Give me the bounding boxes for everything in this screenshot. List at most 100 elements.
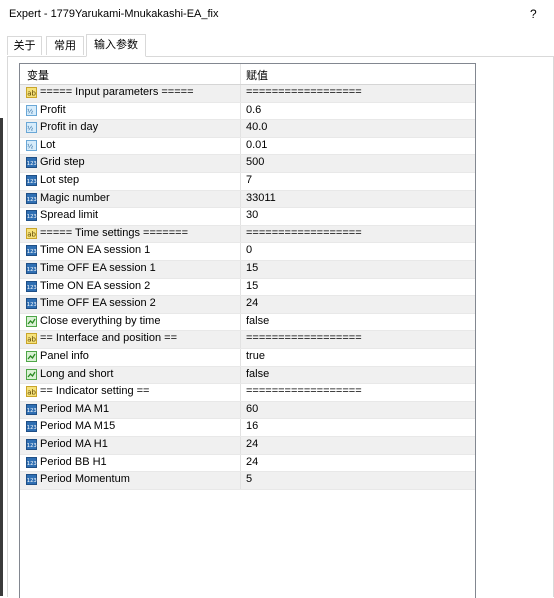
- param-row[interactable]: Close everything by time false: [20, 313, 475, 332]
- 123-integer-icon: 123: [26, 192, 37, 204]
- param-value[interactable]: 15: [246, 280, 258, 292]
- cell-divider: [240, 349, 241, 366]
- parameters-grid[interactable]: 变量 赋值 ab ===== Input parameters ===== ====…: [19, 63, 476, 598]
- param-row[interactable]: ab ===== Input parameters ===== ==========…: [20, 85, 475, 103]
- param-value[interactable]: ==================: [246, 86, 362, 98]
- 123-integer-icon: 123: [26, 474, 37, 486]
- 123-integer-icon: 123: [26, 210, 37, 222]
- param-value[interactable]: 5: [246, 473, 252, 485]
- param-row[interactable]: ab == Interface and position == ==========…: [20, 331, 475, 349]
- svg-text:123: 123: [27, 408, 37, 414]
- bool-icon: [26, 351, 37, 362]
- svg-text:123: 123: [27, 267, 37, 273]
- param-row[interactable]: ½ Lot 0.01: [20, 137, 475, 156]
- 123-integer-icon: 123: [26, 175, 37, 186]
- svg-text:123: 123: [27, 478, 37, 484]
- param-value[interactable]: 0: [246, 244, 252, 256]
- svg-text:123: 123: [27, 302, 37, 308]
- param-row[interactable]: 123 Magic number 33011: [20, 190, 475, 209]
- param-value[interactable]: false: [246, 315, 269, 327]
- svg-text:123: 123: [27, 460, 37, 466]
- ab-string-icon: ab: [26, 386, 37, 398]
- param-row[interactable]: 123 Period MA H1 24: [20, 437, 475, 455]
- cell-divider: [240, 120, 241, 137]
- param-row[interactable]: 123 Time OFF EA session 1 15: [20, 261, 475, 279]
- param-row[interactable]: ½ Profit in day 40.0: [20, 120, 475, 138]
- param-row[interactable]: 123 Grid step 500: [20, 155, 475, 173]
- 123-integer-icon: 123: [26, 157, 37, 169]
- v2-double-icon: ½: [26, 122, 37, 134]
- cell-divider: [240, 225, 241, 243]
- param-name: ===== Input parameters =====: [40, 86, 194, 98]
- param-row[interactable]: 123 Period Momentum 5: [20, 472, 475, 490]
- param-value[interactable]: 60: [246, 403, 258, 415]
- param-value[interactable]: 30: [246, 209, 258, 221]
- param-row[interactable]: 123 Period BB H1 24: [20, 454, 475, 473]
- svg-text:123: 123: [27, 284, 37, 290]
- param-row[interactable]: 123 Spread limit 30: [20, 208, 475, 226]
- ab-string-icon: ab: [26, 333, 37, 345]
- param-row[interactable]: 123 Time ON EA session 2 15: [20, 278, 475, 297]
- ab-string-icon: ab: [26, 87, 37, 98]
- bool-icon: [26, 315, 37, 327]
- tab-about[interactable]: 关于: [7, 36, 42, 55]
- svg-text:123: 123: [27, 249, 37, 255]
- param-name: Profit in day: [40, 121, 99, 134]
- param-value[interactable]: 0.01: [246, 139, 267, 151]
- cell-divider: [240, 384, 241, 401]
- param-row[interactable]: Panel info true: [20, 349, 475, 367]
- param-value[interactable]: true: [246, 350, 265, 362]
- param-row[interactable]: ½ Profit 0.6: [20, 102, 475, 121]
- grid-header: 变量 赋值: [20, 64, 475, 85]
- cell-divider: [240, 155, 241, 172]
- param-name: Lot step: [40, 174, 80, 186]
- param-row[interactable]: ab == Indicator setting == ===============…: [20, 384, 475, 402]
- param-value[interactable]: 24: [246, 456, 258, 468]
- param-name: Profit: [40, 103, 66, 116]
- param-name: Panel info: [40, 350, 89, 362]
- param-name: Time OFF EA session 1: [40, 262, 156, 274]
- param-row[interactable]: 123 Time OFF EA session 2 24: [20, 296, 475, 314]
- param-row[interactable]: 123 Period MA M1 60: [20, 401, 475, 420]
- param-value[interactable]: 16: [246, 420, 258, 432]
- param-value[interactable]: ==================: [246, 227, 362, 239]
- param-name: Spread limit: [40, 209, 99, 222]
- svg-text:123: 123: [27, 425, 37, 431]
- column-header-variable[interactable]: 变量: [27, 67, 49, 83]
- help-button[interactable]: ?: [530, 7, 537, 21]
- column-divider[interactable]: [240, 64, 241, 84]
- param-row[interactable]: Long and short false: [20, 366, 475, 385]
- svg-text:½: ½: [27, 107, 33, 115]
- svg-text:ab: ab: [27, 90, 36, 98]
- param-value[interactable]: ==================: [246, 332, 362, 344]
- cell-divider: [240, 437, 241, 454]
- param-value[interactable]: 40.0: [246, 121, 267, 133]
- param-name: Grid step: [40, 156, 85, 169]
- tab-inputs[interactable]: 输入参数: [86, 34, 146, 57]
- param-row[interactable]: 123 Time ON EA session 1 0: [20, 243, 475, 261]
- param-value[interactable]: 24: [246, 297, 258, 309]
- param-value[interactable]: 0.6: [246, 104, 261, 116]
- tab-common[interactable]: 常用: [46, 36, 84, 55]
- cell-divider: [240, 296, 241, 313]
- param-value[interactable]: 7: [246, 174, 252, 186]
- param-value[interactable]: ==================: [246, 385, 362, 397]
- svg-text:ab: ab: [27, 230, 36, 238]
- ab-string-icon: ab: [26, 227, 37, 239]
- param-row[interactable]: 123 Lot step 7: [20, 173, 475, 191]
- param-name: Period MA M1: [40, 402, 110, 415]
- param-row[interactable]: ab ===== Time settings ======= ===========…: [20, 225, 475, 244]
- cell-divider: [240, 331, 241, 348]
- param-value[interactable]: 15: [246, 262, 258, 274]
- column-header-value[interactable]: 赋值: [246, 67, 268, 83]
- param-name: Lot: [40, 138, 56, 151]
- param-value[interactable]: 24: [246, 438, 258, 450]
- param-value[interactable]: 500: [246, 156, 264, 168]
- cell-divider: [240, 472, 241, 489]
- param-value[interactable]: 33011: [246, 192, 276, 204]
- svg-text:123: 123: [27, 161, 37, 167]
- 123-integer-icon: 123: [26, 245, 37, 257]
- param-name: ===== Time settings =======: [40, 226, 189, 239]
- param-row[interactable]: 123 Period MA M15 16: [20, 419, 475, 437]
- param-value[interactable]: false: [246, 368, 269, 380]
